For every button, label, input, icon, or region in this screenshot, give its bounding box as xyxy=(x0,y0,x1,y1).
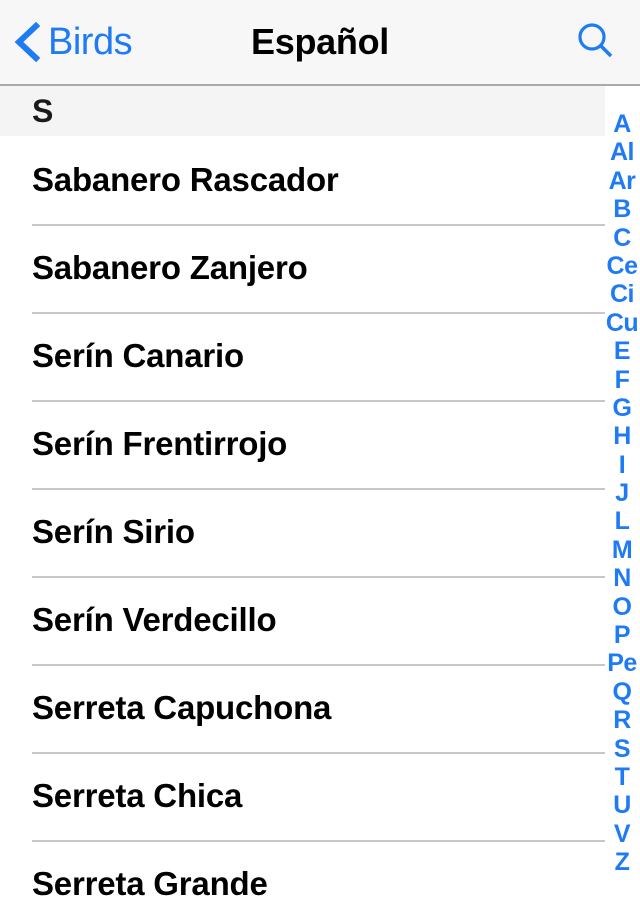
list-item-label: Serín Frentirrojo xyxy=(32,425,288,462)
index-entry[interactable]: I xyxy=(619,451,626,479)
index-entry[interactable]: Ci xyxy=(610,280,635,308)
index-entry[interactable]: R xyxy=(613,706,631,734)
index-entry[interactable]: V xyxy=(614,820,631,848)
list-item-label: Serín Verdecillo xyxy=(32,601,277,638)
list-item[interactable]: Serín Sirio xyxy=(0,488,605,576)
list-item-label: Serín Canario xyxy=(32,337,244,374)
list-item[interactable]: Serín Canario xyxy=(0,312,605,400)
index-entry[interactable]: Pe xyxy=(607,649,637,677)
section-index-bar[interactable]: A Al Ar B C Ce Ci Cu E F G H I J L M N O… xyxy=(604,110,640,920)
index-entry[interactable]: Cu xyxy=(606,309,639,337)
list-item-label: Sabanero Zanjero xyxy=(32,249,308,286)
index-entry[interactable]: L xyxy=(615,507,630,535)
index-entry[interactable]: U xyxy=(613,791,631,819)
list-item-label: Serreta Capuchona xyxy=(32,689,332,726)
page-title: Español xyxy=(251,21,389,62)
list-item[interactable]: Serreta Capuchona xyxy=(0,664,605,752)
index-entry[interactable]: G xyxy=(613,394,632,422)
index-entry[interactable]: S xyxy=(614,735,631,763)
index-entry[interactable]: Q xyxy=(613,678,632,706)
index-entry[interactable]: P xyxy=(614,621,631,649)
navigation-bar: Birds Español xyxy=(0,0,640,86)
index-entry[interactable]: C xyxy=(613,224,631,252)
list-item[interactable]: Serreta Chica xyxy=(0,752,605,840)
bird-list[interactable]: Sabanero Rascador Sabanero Zanjero Serín… xyxy=(0,136,605,920)
list-item[interactable]: Serín Verdecillo xyxy=(0,576,605,664)
list-item-label: Serreta Grande xyxy=(32,865,268,902)
index-entry[interactable]: Al xyxy=(610,138,635,166)
index-entry[interactable]: M xyxy=(612,536,633,564)
index-entry[interactable]: F xyxy=(615,366,630,394)
list-item-label: Serín Sirio xyxy=(32,513,195,550)
list-item[interactable]: Sabanero Rascador xyxy=(0,136,605,224)
index-entry[interactable]: T xyxy=(615,763,630,791)
index-entry[interactable]: N xyxy=(613,564,631,592)
section-header: S xyxy=(0,86,605,136)
index-entry[interactable]: E xyxy=(614,337,631,365)
search-button[interactable] xyxy=(574,0,618,84)
index-entry[interactable]: Ce xyxy=(607,252,638,280)
index-entry[interactable]: Ar xyxy=(609,167,636,195)
birds-list-screen: Birds Español S Sabanero Rascador Sabane… xyxy=(0,0,640,920)
index-entry[interactable]: J xyxy=(615,479,629,507)
list-item-label: Serreta Chica xyxy=(32,777,243,814)
index-entry[interactable]: A xyxy=(613,110,631,138)
search-icon xyxy=(578,23,613,58)
list-item[interactable]: Sabanero Zanjero xyxy=(0,224,605,312)
index-entry[interactable]: Z xyxy=(615,848,630,876)
list-item-label: Sabanero Rascador xyxy=(32,161,339,198)
index-entry[interactable]: O xyxy=(613,593,632,621)
section-header-label: S xyxy=(32,92,54,129)
index-entry[interactable]: B xyxy=(613,195,631,223)
list-item[interactable]: Serín Frentirrojo xyxy=(0,400,605,488)
index-entry[interactable]: H xyxy=(613,422,631,450)
list-item[interactable]: Serreta Grande xyxy=(0,840,605,920)
